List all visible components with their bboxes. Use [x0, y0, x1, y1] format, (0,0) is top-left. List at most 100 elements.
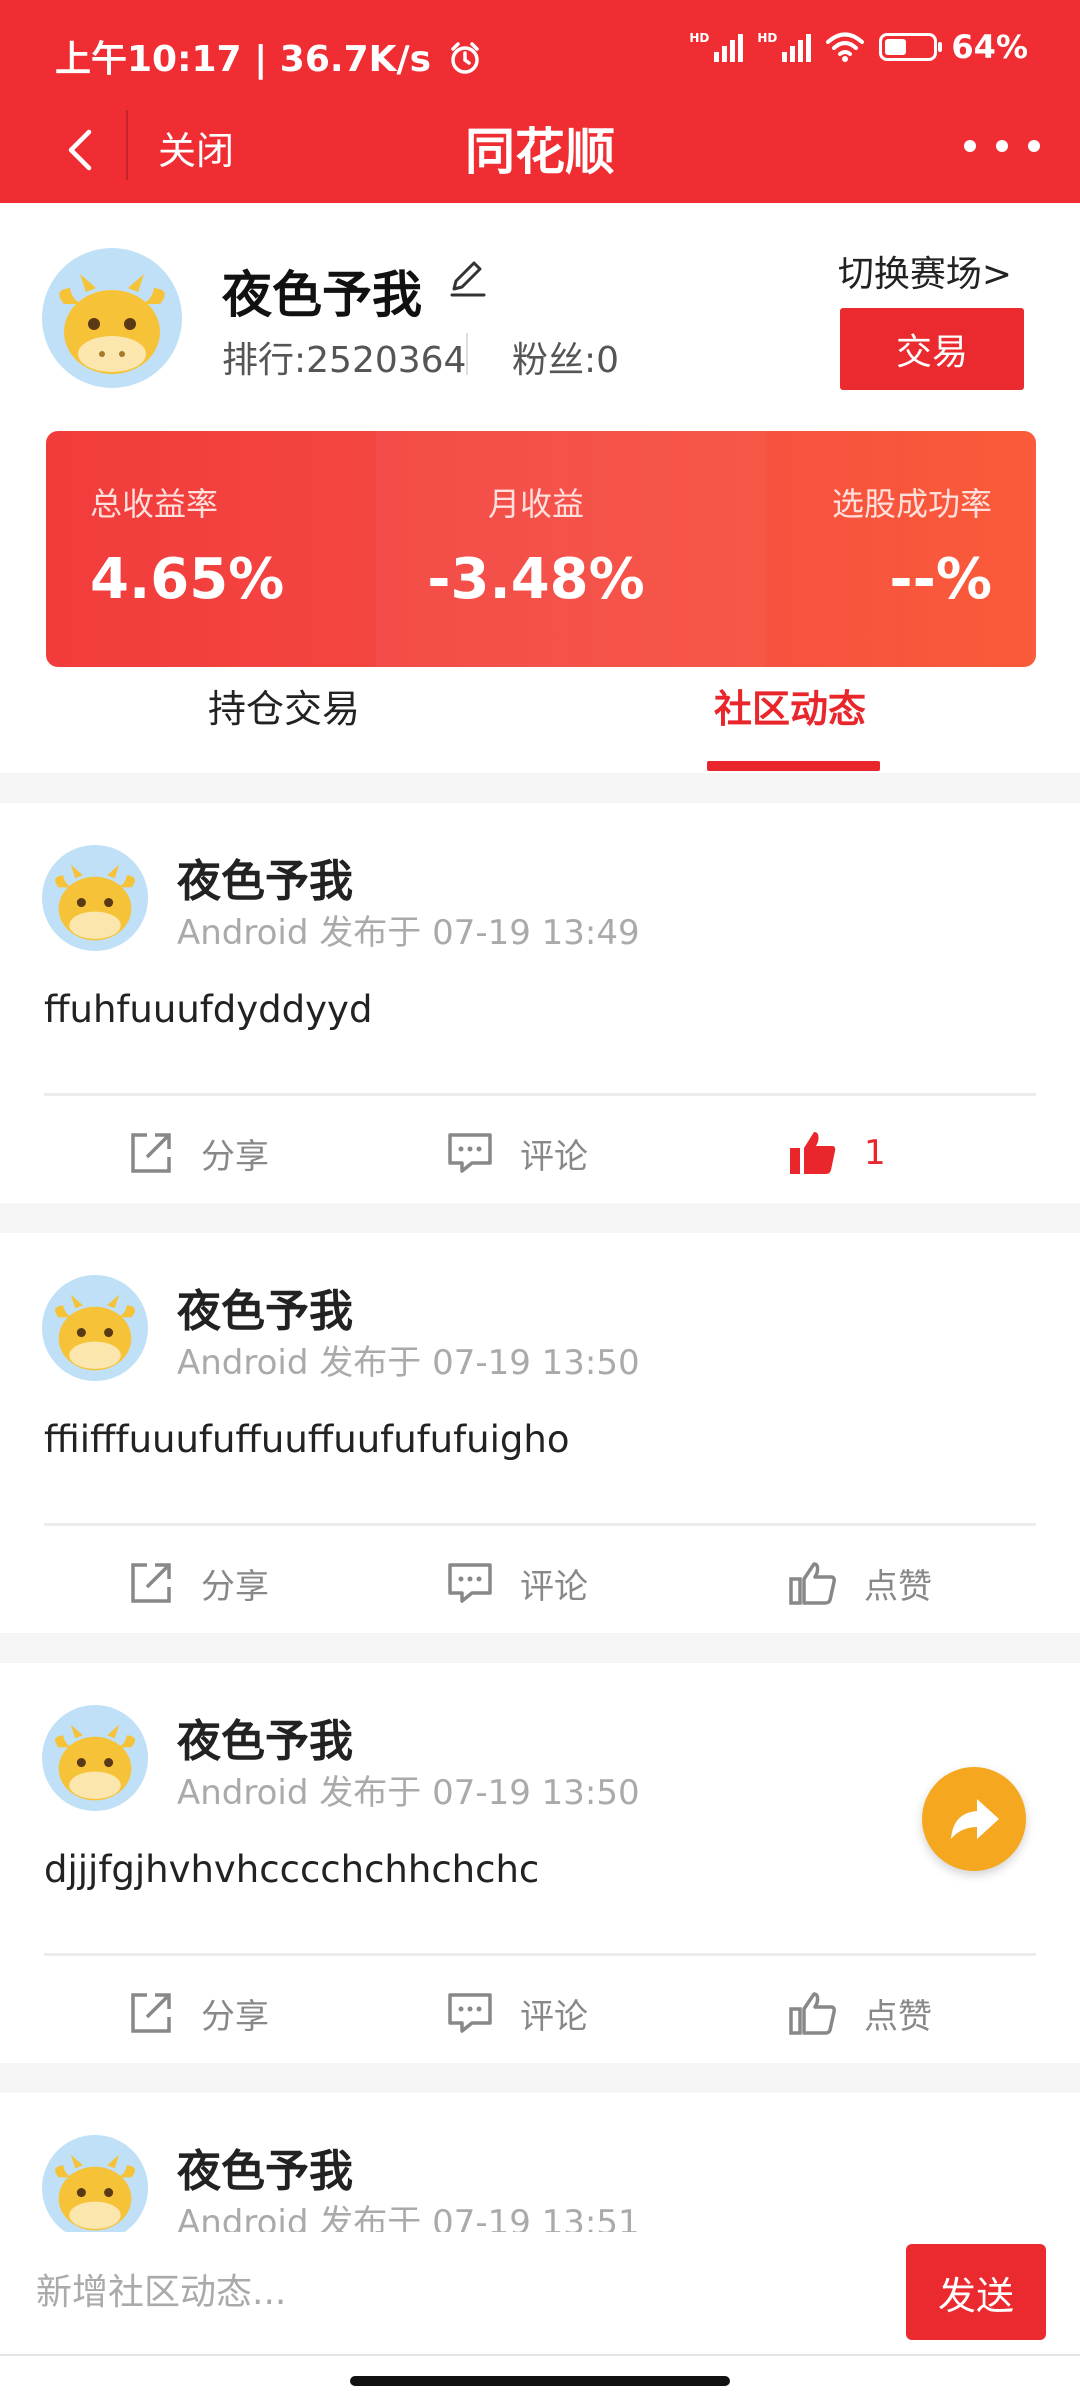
trade-button[interactable]: 交易 [840, 308, 1024, 390]
stat-value: -3.48% [427, 547, 645, 612]
status-time-text: 上午10:17 | 36.7K/s [55, 39, 432, 80]
post-content[interactable]: djjjfgjhvhvhcccchchhchchc [44, 1848, 539, 1891]
divider [44, 1523, 1036, 1526]
share-label: 分享 [201, 1136, 269, 1177]
stat-label: 选股成功率 [831, 485, 992, 523]
stat-value: 4.65% [90, 547, 285, 612]
post-author[interactable]: 夜色予我 [177, 845, 353, 909]
post-author[interactable]: 夜色予我 [177, 1275, 353, 1339]
share-label: 分享 [201, 1996, 269, 2037]
dot [964, 140, 976, 152]
share-label: 分享 [201, 1566, 269, 1607]
app-header: 上午10:17 | 36.7K/s HD HD 64% 关闭 同花顺 [0, 0, 1080, 203]
home-indicator[interactable] [350, 2376, 730, 2386]
like-label: 点赞 [864, 1996, 932, 2037]
post-meta: Android 发布于 07-19 13:51 [177, 2203, 640, 2232]
floating-share-button[interactable] [922, 1767, 1026, 1871]
cow-avatar-icon [55, 1294, 135, 1371]
like-count: 1 [864, 1133, 886, 1173]
post-author[interactable]: 夜色予我 [177, 2135, 353, 2199]
stat-label: 月收益 [487, 485, 584, 523]
comment-icon [448, 1993, 492, 2033]
comment-label: 评论 [520, 1566, 588, 1607]
dot [1028, 140, 1040, 152]
wifi-icon [826, 32, 865, 62]
nav-divider [126, 110, 128, 180]
stat-label: 总收益率 [90, 485, 219, 523]
comment-label: 评论 [520, 1136, 588, 1177]
like-label: 点赞 [864, 1566, 932, 1607]
edit-icon[interactable] [442, 253, 492, 303]
nav-bar: 关闭 同花顺 [0, 100, 1080, 203]
like-button[interactable]: 点赞 [788, 1543, 932, 1623]
cow-avatar-icon [55, 2154, 135, 2231]
battery-level: 64% [951, 28, 1028, 66]
profile-divider [466, 333, 468, 375]
more-menu-button[interactable] [964, 128, 1040, 164]
alarm-icon [450, 42, 479, 74]
stat-pick-success-rate: 选股成功率 --% [832, 479, 992, 667]
network-label-1: HD [689, 31, 710, 45]
switch-arena-link[interactable]: 切换赛场> [838, 245, 1012, 297]
post-card: 夜色予我 Android 发布于 07-19 13:50 djjjfgjhvhv… [0, 1663, 1080, 2063]
status-time: 上午10:17 | 36.7K/s [55, 30, 482, 82]
status-icons: HD HD 64% [689, 28, 1028, 66]
signal-icon: HD [757, 31, 812, 62]
comment-label: 评论 [520, 1996, 588, 2037]
stat-total-return: 总收益率 4.65% [90, 479, 284, 667]
tab-community[interactable]: 社区动态 [714, 678, 866, 733]
cow-avatar-icon [55, 864, 135, 941]
post-card: 夜色予我 Android 发布于 07-19 13:50 ffiifffuuuf… [0, 1233, 1080, 1633]
status-bar: 上午10:17 | 36.7K/s HD HD 64% [0, 0, 1080, 100]
comment-button[interactable]: 评论 [446, 1973, 588, 2053]
gesture-bar [0, 2354, 1080, 2400]
like-button[interactable]: 点赞 [788, 1973, 932, 2053]
post-card: 夜色予我 Android 发布于 07-19 13:51 [0, 2093, 1080, 2232]
share-button[interactable]: 分享 [127, 1973, 269, 2053]
post-card: 夜色予我 Android 发布于 07-19 13:49 ffuhfuuufdy… [0, 803, 1080, 1203]
stat-monthly-return: 月收益 -3.48% [326, 479, 746, 667]
avatar[interactable] [42, 1705, 148, 1811]
profile-name: 夜色予我 [222, 266, 422, 324]
thumbs-up-icon [789, 1562, 836, 1605]
avatar[interactable] [42, 2135, 148, 2232]
fans-count[interactable]: 粉丝:0 [512, 331, 619, 383]
chevron-left-icon [68, 129, 92, 171]
back-button[interactable] [40, 110, 120, 190]
battery-icon [879, 33, 943, 61]
thumbs-up-icon [789, 1992, 836, 2035]
tab-active-indicator [707, 761, 880, 771]
post-content[interactable]: ffuhfuuufdyddyyd [44, 988, 372, 1031]
cow-avatar-icon [59, 274, 165, 374]
composer-bar: 发送 [0, 2232, 1080, 2354]
post-author[interactable]: 夜色予我 [177, 1705, 353, 1769]
forward-arrow-icon [951, 1799, 999, 1839]
post-content[interactable]: ffiifffuuufuffuuffuufufufuigho [44, 1418, 569, 1461]
avatar[interactable] [42, 1275, 148, 1381]
close-button[interactable]: 关闭 [158, 120, 234, 175]
network-label-2: HD [757, 31, 778, 45]
share-icon [131, 1993, 171, 2033]
comment-button[interactable]: 评论 [446, 1113, 588, 1193]
divider [44, 1953, 1036, 1956]
avatar[interactable] [42, 845, 148, 951]
cow-avatar-icon [55, 1724, 135, 1801]
share-button[interactable]: 分享 [127, 1543, 269, 1623]
signal-icon: HD [689, 31, 744, 62]
dot [996, 140, 1008, 152]
comment-icon [448, 1133, 492, 1173]
rank-text: 排行:2520364 [222, 340, 467, 381]
stat-value: --% [889, 547, 992, 612]
share-button[interactable]: 分享 [127, 1113, 269, 1193]
tab-holdings-trades[interactable]: 持仓交易 [208, 678, 360, 733]
post-meta: Android 发布于 07-19 13:49 [177, 913, 640, 953]
send-button[interactable]: 发送 [906, 2244, 1046, 2340]
thumbs-up-filled-icon [790, 1132, 836, 1174]
comment-icon [448, 1563, 492, 1603]
like-button[interactable]: 1 [788, 1113, 886, 1193]
profile-card: 夜色予我 排行:2520364 粉丝:0 切换赛场> 交易 总收益率 4.65%… [0, 203, 1080, 773]
divider [44, 1093, 1036, 1096]
comment-button[interactable]: 评论 [446, 1543, 588, 1623]
avatar[interactable] [42, 248, 182, 388]
new-post-input[interactable] [36, 2244, 896, 2340]
